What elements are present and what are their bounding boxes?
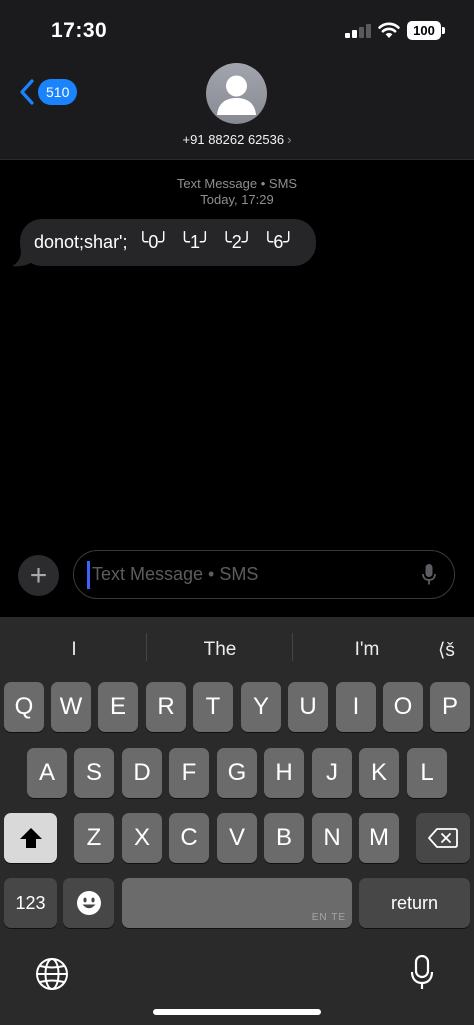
contact-avatar[interactable] [206, 63, 267, 124]
key-j[interactable]: J [312, 748, 352, 798]
message-input-placeholder: Text Message • SMS [92, 564, 259, 584]
dictation-mic-icon[interactable] [422, 564, 436, 586]
plus-icon: + [29, 558, 48, 592]
space-bar[interactable]: EN TE [122, 878, 352, 928]
keyboard-language-label: EN TE [311, 912, 346, 923]
shift-key[interactable] [4, 813, 57, 863]
key-d[interactable]: D [122, 748, 162, 798]
key-r[interactable]: R [146, 682, 186, 732]
back-button[interactable]: 510 [18, 78, 78, 106]
chevron-right-icon: › [287, 132, 292, 147]
key-n[interactable]: N [312, 813, 352, 863]
key-x[interactable]: X [122, 813, 162, 863]
suggestion-divider [146, 633, 147, 661]
key-o[interactable]: O [383, 682, 423, 732]
service-label: Text Message • SMS [176, 176, 298, 191]
battery-nub [442, 27, 445, 34]
battery-indicator: 100 [407, 21, 441, 40]
key-i[interactable]: I [336, 682, 376, 732]
contact-phone-number: +91 88262 62536 [182, 132, 285, 147]
key-l[interactable]: L [407, 748, 447, 798]
message-text: donot;shar'; ╰0╯ ╰1╯ ╰2╯ ╰6╯ [34, 232, 295, 252]
keyboard: I The I'm ⟨š Q W E R T Y U I O P A S D F… [0, 617, 474, 1025]
emoji-key[interactable] [63, 878, 114, 928]
message-bubble[interactable]: donot;shar'; ╰0╯ ╰1╯ ╰2╯ ╰6╯ [20, 219, 317, 266]
key-v[interactable]: V [217, 813, 257, 863]
key-s[interactable]: S [74, 748, 114, 798]
keyboard-mic-icon[interactable] [410, 955, 434, 991]
home-indicator[interactable] [153, 1009, 321, 1015]
key-h[interactable]: H [264, 748, 304, 798]
key-b[interactable]: B [264, 813, 304, 863]
conversation-header: 510 +91 88262 62536 › [0, 62, 474, 160]
chevron-left-icon [20, 79, 34, 105]
key-e[interactable]: E [98, 682, 138, 732]
suggestion-4[interactable]: ⟨š [438, 639, 468, 662]
wifi-icon [378, 22, 400, 38]
suggestion-2[interactable]: The [170, 639, 270, 661]
text-caret [87, 561, 90, 589]
message-input[interactable]: Text Message • SMS [73, 550, 455, 599]
status-bar: 17:30 100 [0, 0, 474, 62]
delete-key[interactable] [416, 813, 470, 863]
key-k[interactable]: K [359, 748, 399, 798]
numbers-key[interactable]: 123 [4, 878, 57, 928]
key-a[interactable]: A [27, 748, 67, 798]
key-y[interactable]: Y [241, 682, 281, 732]
key-c[interactable]: C [169, 813, 209, 863]
key-z[interactable]: Z [74, 813, 114, 863]
key-u[interactable]: U [288, 682, 328, 732]
key-q[interactable]: Q [4, 682, 44, 732]
suggestion-3[interactable]: I'm [317, 639, 417, 661]
contact-name[interactable]: +91 88262 62536 › [0, 132, 474, 147]
suggestion-divider [292, 633, 293, 661]
key-t[interactable]: T [193, 682, 233, 732]
message-timestamp: Today, 17:29 [200, 192, 274, 207]
key-g[interactable]: G [217, 748, 257, 798]
shift-arrow-icon [19, 828, 42, 848]
person-icon [217, 75, 256, 115]
add-attachment-button[interactable]: + [18, 555, 59, 596]
key-m[interactable]: M [359, 813, 399, 863]
header-divider [0, 159, 474, 160]
unread-count-badge: 510 [38, 79, 78, 105]
cellular-signal-icon [345, 23, 371, 38]
status-time: 17:30 [51, 19, 108, 42]
key-f[interactable]: F [169, 748, 209, 798]
message-metadata: Text Message • SMS Today, 17:29 [0, 176, 474, 208]
predictive-bar: I The I'm ⟨š [0, 617, 474, 677]
key-w[interactable]: W [51, 682, 91, 732]
backspace-icon [428, 828, 458, 848]
globe-icon[interactable] [35, 957, 69, 991]
emoji-face-icon [76, 891, 101, 915]
key-p[interactable]: P [430, 682, 470, 732]
suggestion-1[interactable]: I [24, 639, 124, 661]
return-key[interactable]: return [359, 878, 470, 928]
